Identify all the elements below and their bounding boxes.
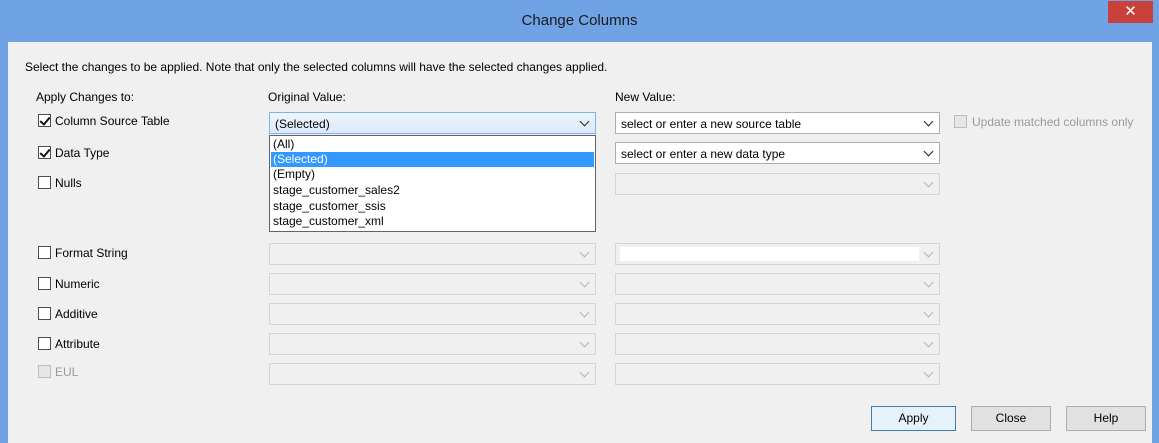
- nulls-label: Nulls: [55, 176, 82, 190]
- format-string-new-combo[interactable]: [615, 243, 940, 265]
- data-type-new-combo[interactable]: select or enter a new data type: [615, 142, 940, 164]
- chevron-down-icon: [923, 337, 934, 348]
- window-title: Change Columns: [521, 12, 638, 29]
- numeric-original-combo[interactable]: [269, 273, 596, 295]
- numeric-new-combo[interactable]: [615, 273, 940, 295]
- chevron-down-icon: [923, 277, 934, 288]
- update-matched-label: Update matched columns only: [972, 115, 1134, 129]
- data-type-checkbox[interactable]: [38, 146, 51, 159]
- nulls-checkbox[interactable]: [38, 176, 51, 189]
- column-source-table-original-combo[interactable]: (Selected): [269, 112, 596, 134]
- dropdown-option[interactable]: stage_customer_sales2: [271, 183, 594, 198]
- original-value-text: (Selected): [275, 117, 330, 131]
- nulls-new-combo[interactable]: [615, 173, 940, 195]
- apply-button[interactable]: Apply: [871, 406, 956, 431]
- column-source-table-checkbox[interactable]: [38, 114, 51, 127]
- additive-checkbox[interactable]: [38, 307, 51, 320]
- eul-new-combo[interactable]: [615, 363, 940, 385]
- column-source-table-new-combo[interactable]: select or enter a new source table: [615, 112, 940, 134]
- new-value-text: select or enter a new source table: [621, 117, 802, 131]
- chevron-down-icon: [923, 247, 934, 258]
- attribute-original-combo[interactable]: [269, 333, 596, 355]
- chevron-down-icon: [923, 307, 934, 318]
- chevron-down-icon[interactable]: [923, 116, 934, 127]
- numeric-checkbox[interactable]: [38, 277, 51, 290]
- dialog-body: Select the changes to be applied. Note t…: [8, 42, 1152, 443]
- format-string-original-combo[interactable]: [269, 243, 596, 265]
- attribute-checkbox[interactable]: [38, 337, 51, 350]
- new-value-header: New Value:: [615, 90, 676, 104]
- chevron-down-icon: [923, 367, 934, 378]
- column-source-table-label: Column Source Table: [55, 114, 170, 128]
- chevron-down-icon: [579, 247, 590, 258]
- chevron-down-icon: [579, 367, 590, 378]
- additive-original-combo[interactable]: [269, 303, 596, 325]
- eul-label: EUL: [55, 365, 79, 379]
- original-value-dropdown-list[interactable]: (All) (Selected) (Empty) stage_customer_…: [269, 135, 596, 232]
- close-window-button[interactable]: ✕: [1108, 1, 1153, 23]
- dropdown-option[interactable]: (All): [271, 137, 594, 152]
- additive-label: Additive: [55, 307, 98, 321]
- chevron-down-icon: [923, 177, 934, 188]
- format-string-label: Format String: [55, 246, 128, 260]
- data-type-label: Data Type: [55, 146, 110, 160]
- dropdown-option[interactable]: stage_customer_xml: [271, 214, 594, 229]
- close-icon: ✕: [1124, 3, 1137, 20]
- eul-original-combo[interactable]: [269, 363, 596, 385]
- original-value-header: Original Value:: [268, 90, 346, 104]
- additive-new-combo[interactable]: [615, 303, 940, 325]
- format-string-new-edit[interactable]: [620, 247, 919, 261]
- apply-changes-header: Apply Changes to:: [36, 90, 135, 104]
- chevron-down-icon: [579, 277, 590, 288]
- change-columns-window: Change Columns ✕ Select the changes to b…: [0, 0, 1159, 443]
- dropdown-option[interactable]: stage_customer_ssis: [271, 199, 594, 214]
- dropdown-option[interactable]: (Empty): [271, 167, 594, 182]
- attribute-new-combo[interactable]: [615, 333, 940, 355]
- title-bar[interactable]: Change Columns ✕: [0, 0, 1159, 41]
- chevron-down-icon: [579, 337, 590, 348]
- dropdown-option-selected[interactable]: (Selected): [271, 152, 594, 167]
- chevron-down-icon: [579, 307, 590, 318]
- eul-checkbox[interactable]: [38, 365, 51, 378]
- new-value-text: select or enter a new data type: [621, 147, 786, 161]
- attribute-label: Attribute: [55, 337, 100, 351]
- format-string-checkbox[interactable]: [38, 246, 51, 259]
- chevron-down-icon[interactable]: [923, 146, 934, 157]
- close-button[interactable]: Close: [971, 406, 1051, 431]
- chevron-down-icon[interactable]: [579, 116, 590, 127]
- instruction-text: Select the changes to be applied. Note t…: [25, 60, 608, 74]
- numeric-label: Numeric: [55, 277, 100, 291]
- help-button[interactable]: Help: [1066, 406, 1146, 431]
- update-matched-checkbox[interactable]: [954, 115, 967, 128]
